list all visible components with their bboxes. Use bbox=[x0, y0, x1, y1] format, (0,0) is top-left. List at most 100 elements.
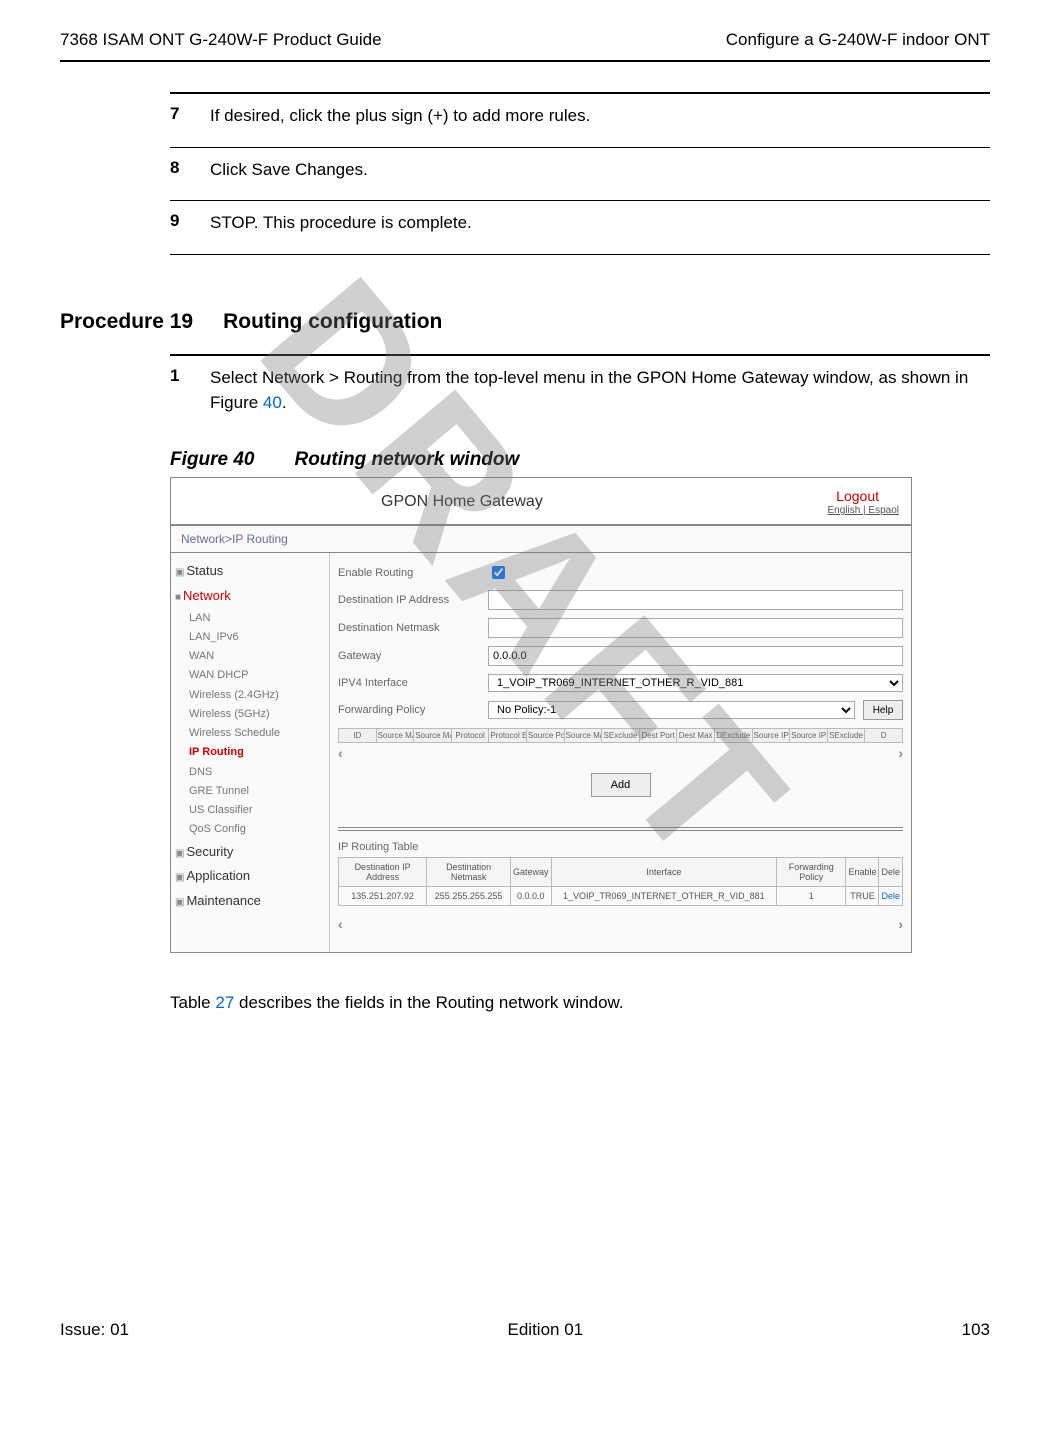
nav-wireless-5[interactable]: Wireless (5GHz) bbox=[175, 705, 325, 724]
col-protocol: Protocol bbox=[451, 729, 489, 743]
rt-col-dest-netmask: Destination Netmask bbox=[427, 858, 511, 887]
dest-ip-input[interactable] bbox=[488, 590, 903, 610]
scroll-left-icon[interactable]: ‹ bbox=[338, 745, 343, 761]
expand-icon: ▣ bbox=[175, 567, 184, 578]
enable-routing-checkbox[interactable] bbox=[492, 566, 505, 579]
nav-wan-dhcp[interactable]: WAN DHCP bbox=[175, 666, 325, 685]
col-d: D bbox=[865, 729, 903, 743]
add-button[interactable]: Add bbox=[591, 773, 651, 797]
col-dest-max: Dest Max bbox=[677, 729, 715, 743]
section-divider bbox=[338, 827, 903, 828]
rt-col-dest-ip: Destination IP Address bbox=[339, 858, 427, 887]
rt-enable-value: TRUE bbox=[846, 887, 879, 906]
help-button[interactable]: Help bbox=[863, 700, 903, 720]
footer-edition: Edition 01 bbox=[508, 1320, 584, 1340]
procedure-number: Procedure 19 bbox=[60, 310, 193, 333]
col-source-mac-exclude: Source MAC Exclude bbox=[414, 729, 452, 743]
step-7: 7 If desired, click the plus sign (+) to… bbox=[170, 92, 990, 147]
routing-table-title: IP Routing Table bbox=[338, 841, 903, 853]
table-27-reference: Table 27 describes the fields in the Rou… bbox=[170, 993, 990, 1013]
col-dest-port: Dest Port bbox=[639, 729, 677, 743]
step-8-text: Click Save Changes. bbox=[210, 158, 368, 183]
rt-dest-ip-value: 135.251.207.92 bbox=[339, 887, 427, 906]
col-dexclude: DExclude bbox=[714, 729, 752, 743]
side-nav: ▣Status ■Network LAN LAN_IPv6 WAN WAN DH… bbox=[171, 553, 330, 952]
step-9: 9 STOP. This procedure is complete. bbox=[170, 200, 990, 255]
col-source-port: Source Port bbox=[526, 729, 564, 743]
col-sexclude2: SExclude bbox=[827, 729, 865, 743]
nav-wan[interactable]: WAN bbox=[175, 647, 325, 666]
col-sexclude: SExclude bbox=[602, 729, 640, 743]
nav-gre-tunnel[interactable]: GRE Tunnel bbox=[175, 782, 325, 801]
app-title: GPON Home Gateway bbox=[381, 493, 543, 511]
col-source-ip: Source IP bbox=[752, 729, 790, 743]
nav-lan[interactable]: LAN bbox=[175, 609, 325, 628]
nav-us-classifier[interactable]: US Classifier bbox=[175, 801, 325, 820]
expand-icon: ▣ bbox=[175, 848, 184, 859]
expand-icon: ▣ bbox=[175, 897, 184, 908]
nav-wireless-24[interactable]: Wireless (2.4GHz) bbox=[175, 686, 325, 705]
rt-col-fwd-policy: Forwarding Policy bbox=[777, 858, 846, 887]
figure-40-label: Figure 40 bbox=[170, 449, 254, 470]
gateway-input[interactable] bbox=[488, 646, 903, 666]
nav-status[interactable]: ▣Status bbox=[175, 559, 325, 584]
nav-security[interactable]: ▣Security bbox=[175, 840, 325, 865]
proc19-step-1-number: 1 bbox=[170, 366, 210, 415]
nav-maintenance[interactable]: ▣Maintenance bbox=[175, 889, 325, 914]
ipv4-interface-select[interactable]: 1_VOIP_TR069_INTERNET_OTHER_R_VID_881 bbox=[488, 674, 903, 692]
step-8: 8 Click Save Changes. bbox=[170, 147, 990, 201]
rt-gateway-value: 0.0.0.0 bbox=[511, 887, 552, 906]
fwd-policy-select[interactable]: No Policy:-1 bbox=[488, 701, 855, 719]
procedure-heading: Procedure 19 Routing configuration bbox=[60, 310, 990, 334]
col-source-mac: Source MAC bbox=[376, 729, 414, 743]
nav-wireless-schedule[interactable]: Wireless Schedule bbox=[175, 724, 325, 743]
dest-ip-label: Destination IP Address bbox=[338, 594, 488, 606]
page-footer: Issue: 01 Edition 01 103 bbox=[60, 1320, 990, 1340]
col-id: ID bbox=[339, 729, 377, 743]
rt-col-gateway: Gateway bbox=[511, 858, 552, 887]
proc19-step-1: 1 Select Network > Routing from the top-… bbox=[170, 354, 990, 433]
nav-ip-routing[interactable]: IP Routing bbox=[175, 743, 325, 762]
step-9-text: STOP. This procedure is complete. bbox=[210, 211, 472, 236]
nav-qos-config[interactable]: QoS Config bbox=[175, 820, 325, 839]
gateway-label: Gateway bbox=[338, 650, 488, 662]
scroll-right-icon[interactable]: › bbox=[898, 745, 903, 761]
scroll-left-icon[interactable]: ‹ bbox=[338, 916, 343, 932]
figure-40-title: Routing network window bbox=[294, 449, 519, 470]
header-rule bbox=[60, 60, 990, 62]
procedure-title: Routing configuration bbox=[223, 310, 442, 333]
horizontal-scrollbar[interactable]: ‹ › bbox=[338, 745, 903, 761]
proc19-step-1-text: Select Network > Routing from the top-le… bbox=[210, 366, 990, 415]
col-source-max: Source Max bbox=[564, 729, 602, 743]
rt-col-dele: Dele bbox=[879, 858, 903, 887]
nav-lan-ipv6[interactable]: LAN_IPv6 bbox=[175, 628, 325, 647]
rt-col-interface: Interface bbox=[551, 858, 777, 887]
rules-table: ID Source MAC Source MAC Exclude Protoco… bbox=[338, 728, 903, 743]
rt-col-enable: Enable bbox=[846, 858, 879, 887]
rt-interface-value: 1_VOIP_TR069_INTERNET_OTHER_R_VID_881 bbox=[551, 887, 777, 906]
step-9-number: 9 bbox=[170, 211, 210, 236]
header-right: Configure a G-240W-F indoor ONT bbox=[726, 30, 990, 50]
rt-fwd-policy-value: 1 bbox=[777, 887, 846, 906]
logout-link[interactable]: Logout bbox=[836, 488, 879, 504]
header-left: 7368 ISAM ONT G-240W-F Product Guide bbox=[60, 30, 382, 50]
routing-window-screenshot: GPON Home Gateway Logout English | Espao… bbox=[170, 477, 912, 953]
ip-routing-table: Destination IP Address Destination Netma… bbox=[338, 857, 903, 906]
step-7-text: If desired, click the plus sign (+) to a… bbox=[210, 104, 590, 129]
figure-40-link[interactable]: 40 bbox=[263, 393, 282, 412]
scroll-right-icon[interactable]: › bbox=[898, 916, 903, 932]
table-row: 135.251.207.92 255.255.255.255 0.0.0.0 1… bbox=[339, 887, 903, 906]
dest-netmask-label: Destination Netmask bbox=[338, 622, 488, 634]
nav-application[interactable]: ▣Application bbox=[175, 864, 325, 889]
table-27-link[interactable]: 27 bbox=[215, 993, 234, 1012]
nav-network[interactable]: ■Network bbox=[175, 584, 325, 609]
dest-netmask-input[interactable] bbox=[488, 618, 903, 638]
ipv4-interface-label: IPV4 Interface bbox=[338, 677, 488, 689]
rt-delete-link[interactable]: Dele bbox=[879, 887, 903, 906]
language-links[interactable]: English | Espaol bbox=[827, 505, 899, 516]
enable-routing-label: Enable Routing bbox=[338, 567, 488, 579]
nav-dns[interactable]: DNS bbox=[175, 763, 325, 782]
page-header: 7368 ISAM ONT G-240W-F Product Guide Con… bbox=[60, 30, 990, 50]
main-panel: Enable Routing Destination IP Address De… bbox=[330, 553, 911, 952]
horizontal-scrollbar-2[interactable]: ‹ › bbox=[338, 916, 903, 932]
